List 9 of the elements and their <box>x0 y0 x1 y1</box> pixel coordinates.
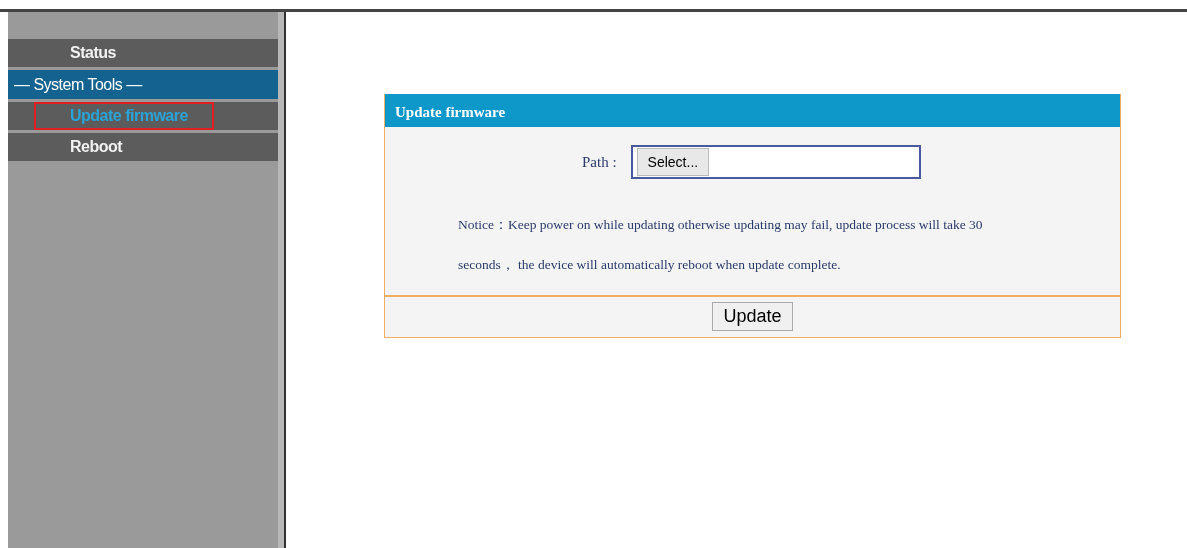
sidebar-item[interactable]: Status <box>8 39 278 67</box>
path-label: Path : <box>582 153 617 171</box>
panel-title: Update firmware <box>385 94 1120 127</box>
sidebar-item[interactable]: Reboot <box>8 133 278 161</box>
update-button[interactable]: Update <box>712 302 793 331</box>
notice-text: Notice：Keep power on while updating otherwise updating may fail, update process will take 30 seconds， the device will automatically reboot when update complete. <box>458 216 984 274</box>
sidebar-section-header: — System Tools — <box>8 70 278 99</box>
select-button[interactable]: Select... <box>636 148 710 176</box>
file-input[interactable]: Select... <box>630 145 921 179</box>
